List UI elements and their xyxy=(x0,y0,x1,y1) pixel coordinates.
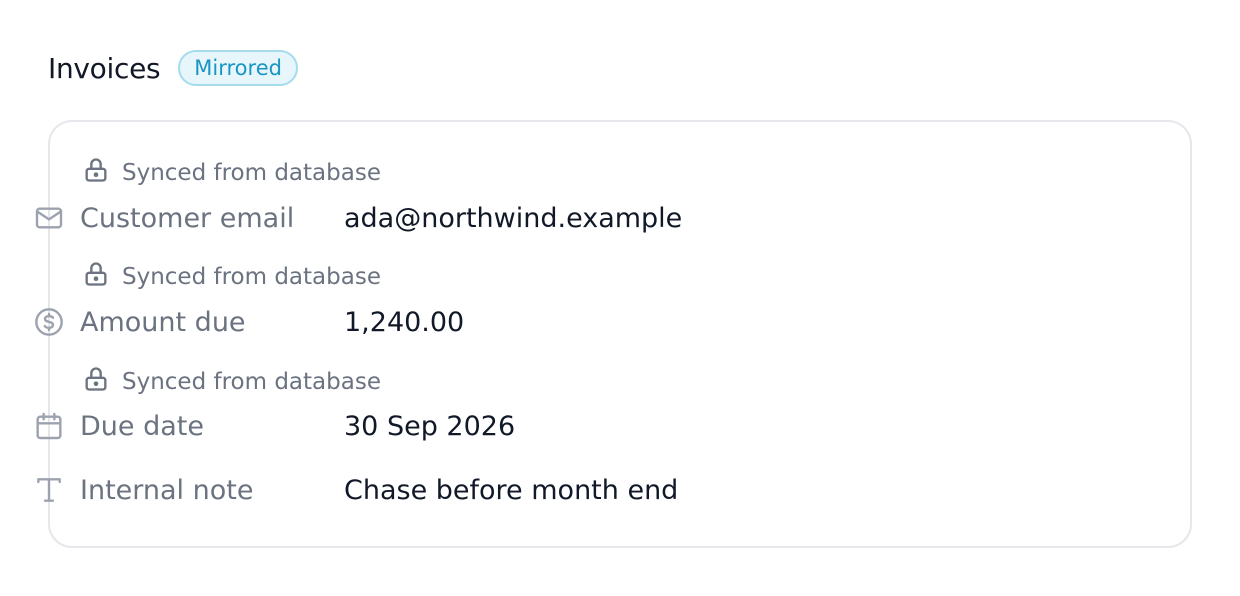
field-value[interactable]: Chase before month end xyxy=(344,475,678,506)
field-label: Internal note xyxy=(80,474,254,506)
mail-icon xyxy=(32,201,66,235)
field-label: Due date xyxy=(80,410,204,442)
lock-icon xyxy=(82,365,110,399)
field-value[interactable]: ada@northwind.example xyxy=(344,203,682,234)
field-value[interactable]: 1,240.00 xyxy=(344,307,464,338)
sync-note: Synced from database xyxy=(82,262,381,292)
field-row-internal-note[interactable]: Internal note Chase before month end xyxy=(32,470,1112,510)
text-type-icon xyxy=(32,473,66,507)
status-badge: Mirrored xyxy=(178,50,298,86)
field-row-due-date[interactable]: Due date 30 Sep 2026 xyxy=(32,406,1112,446)
sync-note: Synced from database xyxy=(82,158,381,188)
lock-icon xyxy=(82,260,110,294)
field-label: Customer email xyxy=(80,202,295,234)
sync-note-text: Synced from database xyxy=(122,369,381,395)
calendar-icon xyxy=(32,409,66,443)
field-value[interactable]: 30 Sep 2026 xyxy=(344,411,515,442)
field-label: Amount due xyxy=(80,306,246,338)
lock-icon xyxy=(82,156,110,190)
dollar-circle-icon xyxy=(32,305,66,339)
page-title: Invoices xyxy=(48,51,161,85)
sync-note-text: Synced from database xyxy=(122,264,381,290)
field-row-customer-email[interactable]: Customer email ada@northwind.example xyxy=(32,198,1112,238)
field-row-amount-due[interactable]: Amount due 1,240.00 xyxy=(32,302,1112,342)
sync-note: Synced from database xyxy=(82,367,381,397)
section-header: Invoices Mirrored xyxy=(48,50,298,86)
sync-note-text: Synced from database xyxy=(122,160,381,186)
